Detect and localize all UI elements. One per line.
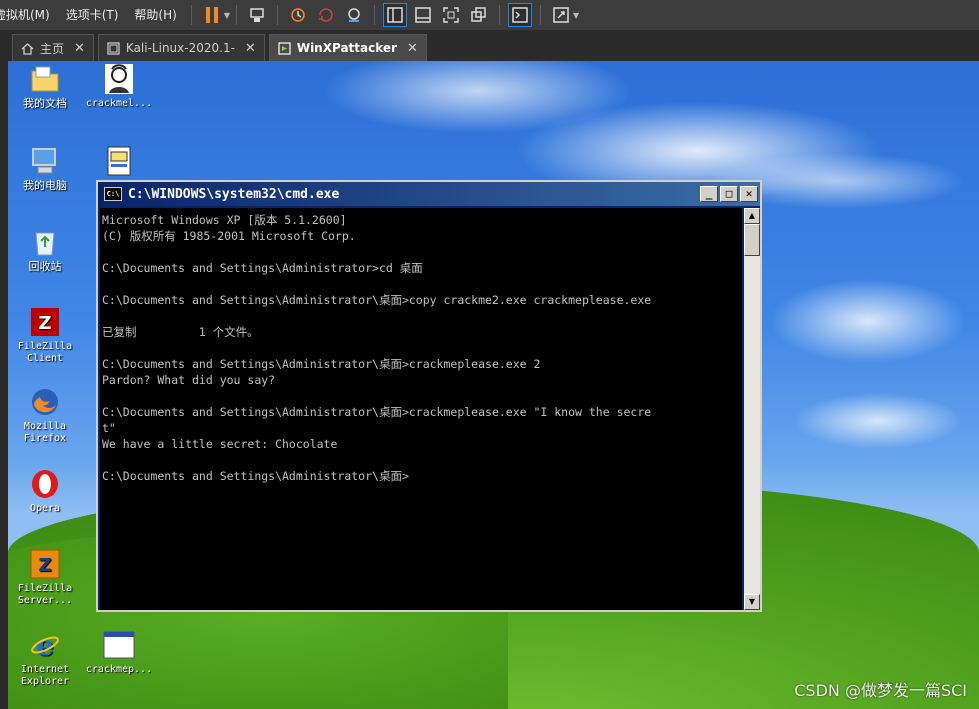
snapshot-manager-icon[interactable]: [343, 4, 365, 26]
filezilla-icon: Z: [29, 306, 61, 338]
icon-label: FileZilla Client: [17, 341, 73, 364]
vmware-menubar: 虚拟机(M) 选项卡(T) 帮助(H) ▼ ▼: [0, 0, 979, 30]
cmd-window: C:\ C:\WINDOWS\system32\cmd.exe _ □ ✕ Mi…: [96, 180, 762, 612]
left-edge: [0, 61, 8, 709]
icon-label: FileZilla Server...: [17, 583, 73, 606]
icon-label: 我的电脑: [23, 179, 67, 192]
unity-icon[interactable]: [468, 4, 490, 26]
icon-label: crackmep...: [85, 664, 153, 675]
home-icon: [21, 42, 34, 55]
toolbar-separator: [190, 5, 192, 25]
firefox-icon: [29, 386, 61, 418]
toolbar-separator: [539, 5, 541, 25]
cmd-icon: C:\: [104, 187, 122, 201]
close-icon[interactable]: ✕: [407, 41, 418, 56]
menu-help[interactable]: 帮助(H): [126, 0, 184, 30]
vm-running-icon: [278, 41, 291, 55]
pause-icon[interactable]: [201, 4, 223, 26]
close-icon[interactable]: ✕: [245, 41, 256, 56]
svg-text:Z: Z: [38, 313, 51, 334]
console-icon[interactable]: [507, 3, 532, 27]
desktop-icon-filezilla-server[interactable]: Z FileZilla Server...: [8, 548, 82, 607]
chevron-down-icon[interactable]: ▼: [573, 11, 579, 20]
menu-vm[interactable]: 虚拟机(M): [0, 0, 58, 30]
icon-label: Mozilla Firefox: [23, 421, 67, 444]
desktop-icon-recycle-bin[interactable]: 回收站: [8, 226, 82, 273]
tab-label: WinXPattacker: [296, 41, 397, 55]
desktop-icon-my-computer[interactable]: 我的电脑: [8, 145, 82, 192]
chevron-down-icon[interactable]: ▼: [224, 11, 230, 20]
scroll-up-icon[interactable]: ▲: [744, 208, 760, 224]
desktop-icon-firefox[interactable]: Mozilla Firefox: [8, 386, 82, 445]
fullscreen-icon[interactable]: [440, 4, 462, 26]
thumbnail-view-icon[interactable]: [412, 4, 434, 26]
filezilla-server-icon: Z: [29, 548, 61, 580]
scroll-down-icon[interactable]: ▼: [744, 594, 760, 610]
close-icon[interactable]: ✕: [74, 41, 85, 56]
portrait-icon: [103, 63, 135, 95]
csdn-watermark: CSDN @做梦发一篇SCI: [794, 681, 967, 700]
console-output: Microsoft Windows XP [版本 5.1.2600] (C) 版…: [102, 213, 652, 483]
desktop-icon-opera[interactable]: Opera: [8, 468, 82, 515]
toolbar-separator: [235, 5, 237, 25]
xp-desktop: 我的文档 我的电脑 回收站 Z FileZilla Client Mozilla…: [8, 61, 979, 709]
svg-text:Z: Z: [38, 555, 51, 576]
toolbar-separator: [276, 5, 278, 25]
cmd-title: C:\WINDOWS\system32\cmd.exe: [128, 186, 340, 202]
file-icon: [103, 145, 135, 177]
tab-kali-linux[interactable]: Kali-Linux-2020.1- ✕: [97, 34, 265, 61]
tab-home[interactable]: 主页 ✕: [12, 34, 94, 61]
folder-icon: [29, 63, 61, 95]
icon-label: crackmel...: [85, 98, 153, 109]
internet-explorer-icon: e: [29, 629, 61, 661]
stretch-icon[interactable]: [550, 4, 572, 26]
revert-snapshot-icon[interactable]: [315, 4, 337, 26]
computer-icon: [29, 145, 61, 177]
desktop-icon-crackme-1[interactable]: crackmel...: [82, 63, 156, 110]
vm-icon: [107, 41, 120, 55]
tab-strip: 主页 ✕ Kali-Linux-2020.1- ✕ WinXPattacker …: [0, 30, 979, 61]
minimize-button[interactable]: _: [700, 186, 718, 202]
vertical-scrollbar[interactable]: ▲ ▼: [744, 208, 760, 610]
cmd-console[interactable]: Microsoft Windows XP [版本 5.1.2600] (C) 版…: [100, 208, 742, 610]
close-button[interactable]: ✕: [740, 186, 758, 202]
sidebar-view-icon[interactable]: [382, 3, 407, 27]
tab-winxpattacker[interactable]: WinXPattacker ✕: [268, 34, 427, 61]
svg-text:e: e: [36, 630, 54, 660]
desktop-icon-internet-explorer[interactable]: e Internet Explorer: [8, 629, 82, 688]
send-keys-icon[interactable]: [246, 4, 268, 26]
cmd-titlebar[interactable]: C:\ C:\WINDOWS\system32\cmd.exe _ □ ✕: [98, 182, 760, 206]
snapshot-icon[interactable]: [287, 4, 309, 26]
icon-label: 回收站: [28, 260, 62, 273]
tab-label: Kali-Linux-2020.1-: [125, 41, 235, 55]
maximize-button[interactable]: □: [720, 186, 738, 202]
scroll-thumb[interactable]: [744, 224, 760, 256]
toolbar-separator: [498, 5, 500, 25]
desktop-icon-my-documents[interactable]: 我的文档: [8, 63, 82, 110]
tab-label: 主页: [40, 41, 65, 56]
icon-label: 我的文档: [23, 97, 67, 110]
toolbar-separator: [373, 5, 375, 25]
menu-tabs[interactable]: 选项卡(T): [58, 0, 127, 30]
exe-window-icon: [103, 629, 135, 661]
icon-label: Opera: [29, 503, 61, 514]
opera-icon: [29, 468, 61, 500]
desktop-icon-crackme-please[interactable]: crackmep...: [82, 629, 156, 676]
desktop-icon-filezilla-client[interactable]: Z FileZilla Client: [8, 306, 82, 365]
icon-label: Internet Explorer: [20, 664, 70, 687]
recycle-bin-icon: [29, 226, 61, 258]
